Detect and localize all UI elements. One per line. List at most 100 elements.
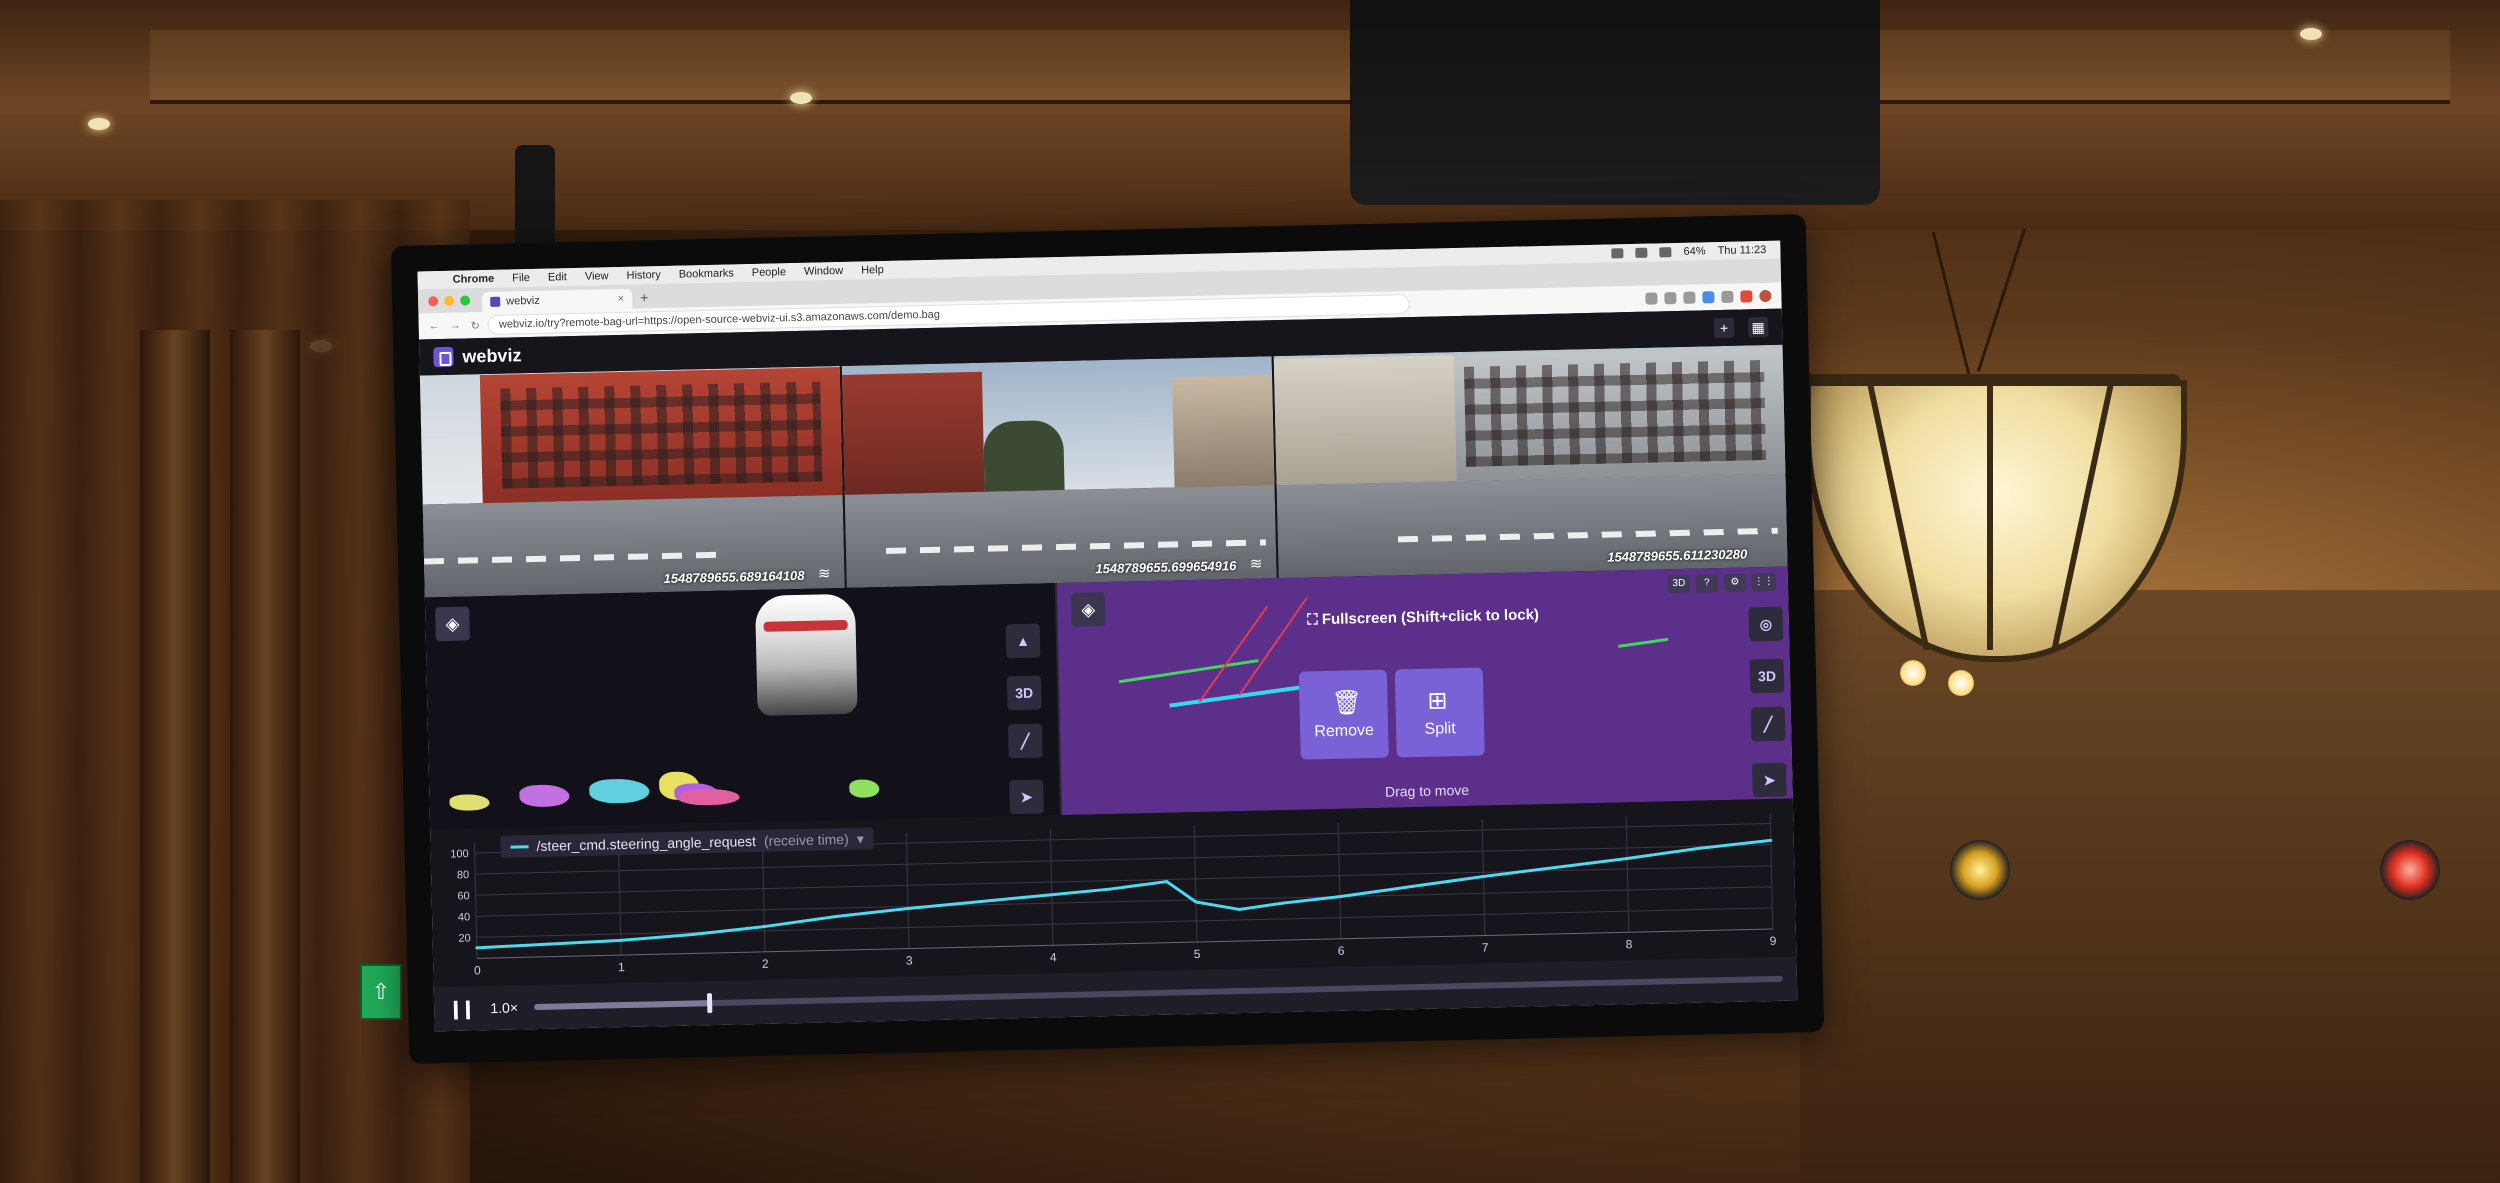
pause-icon[interactable]: ❙❙ bbox=[448, 998, 473, 1020]
vehicle-stripe bbox=[763, 619, 848, 632]
ceiling-light bbox=[790, 92, 812, 104]
camera-timestamp: 1548789655.699654916 bbox=[1095, 558, 1237, 577]
camera-panel-center[interactable]: 1548789655.699654916 ≋ bbox=[841, 356, 1279, 588]
camera-trees bbox=[983, 419, 1065, 492]
minimize-window-icon[interactable] bbox=[444, 295, 455, 306]
chandelier-bowl bbox=[1805, 380, 2187, 662]
tab-title: webviz bbox=[506, 294, 540, 308]
camera-panel-left[interactable]: 1548789655.689164108 ≋ bbox=[419, 365, 847, 598]
webviz-favicon-icon bbox=[490, 296, 501, 307]
plot-panel[interactable]: 100 80 60 40 20 0 1 2 3 4 5 6 7 8 9 /steer_cmd.steerin… bbox=[430, 798, 1797, 988]
menu-file[interactable]: File bbox=[503, 272, 539, 285]
reload-icon[interactable]: ↻ bbox=[471, 319, 480, 332]
3d-panel-right[interactable]: ◈ 3D ? ⚙ ⋮⋮ ⛶ Fullscreen (Shift+click to… bbox=[1056, 566, 1793, 816]
tv-display: Chrome File Edit View History Bookmarks … bbox=[390, 214, 1825, 1064]
app-brand: webviz bbox=[462, 344, 522, 367]
toolbar-measure-icon[interactable]: ╱ bbox=[1750, 706, 1786, 742]
x-tick-label: 1 bbox=[618, 960, 625, 974]
camera-timestamp: 1548789655.689164108 bbox=[663, 567, 805, 587]
pointcloud-blob bbox=[519, 784, 570, 808]
split-panel-button[interactable]: ⊞ Split bbox=[1394, 667, 1485, 758]
close-window-icon[interactable] bbox=[428, 296, 439, 307]
ceiling-band bbox=[150, 30, 2450, 104]
profile-avatar[interactable] bbox=[1759, 289, 1772, 303]
menu-people[interactable]: People bbox=[743, 266, 796, 279]
chandelier-bulb bbox=[1948, 670, 1974, 696]
grid-line-x bbox=[761, 835, 766, 952]
trajectory-path bbox=[1169, 685, 1300, 708]
toolbar-3d-button[interactable]: 3D bbox=[1749, 658, 1785, 694]
camera-road bbox=[1276, 473, 1788, 579]
add-panel-icon[interactable]: + bbox=[1713, 317, 1735, 339]
close-tab-icon[interactable]: × bbox=[618, 293, 625, 305]
trash-icon: 🗑 bbox=[1331, 689, 1363, 717]
ego-vehicle-model bbox=[754, 593, 858, 716]
apple-icon[interactable] bbox=[418, 280, 444, 281]
extension-icon[interactable] bbox=[1702, 291, 1715, 304]
extension-icon[interactable] bbox=[1740, 290, 1753, 303]
chandelier bbox=[1799, 360, 2187, 662]
chandelier-chain bbox=[1976, 228, 2027, 372]
grid-line-x bbox=[1193, 826, 1198, 943]
building-windows bbox=[500, 381, 823, 490]
exit-sign: ⇧ bbox=[360, 964, 402, 1020]
toolbar-measure-icon[interactable]: ╱ bbox=[1007, 723, 1043, 759]
pointcloud-blob bbox=[849, 779, 880, 798]
legend-series-label: /steer_cmd.steering_angle_request bbox=[536, 833, 757, 855]
chandelier-bulb bbox=[1900, 660, 1926, 686]
legend-timing-label: (receive time) bbox=[763, 830, 849, 849]
menu-chrome[interactable]: Chrome bbox=[444, 273, 504, 286]
layout-grid-icon[interactable]: ▦ bbox=[1747, 316, 1769, 338]
menu-help[interactable]: Help bbox=[852, 264, 893, 277]
remove-panel-button[interactable]: 🗑 Remove bbox=[1298, 669, 1389, 760]
menu-window[interactable]: Window bbox=[795, 265, 852, 278]
back-icon[interactable]: ← bbox=[429, 320, 440, 333]
legend-swatch bbox=[510, 844, 529, 849]
new-tab-icon[interactable]: + bbox=[632, 289, 649, 308]
maximize-window-icon[interactable] bbox=[460, 295, 471, 306]
menu-edit[interactable]: Edit bbox=[539, 271, 576, 284]
playback-scrubber[interactable] bbox=[533, 975, 1783, 1014]
extension-icon[interactable] bbox=[1683, 291, 1696, 304]
menu-view[interactable]: View bbox=[576, 270, 618, 283]
menu-bookmarks[interactable]: Bookmarks bbox=[670, 267, 743, 281]
camera-panel-right[interactable]: 1548789655.611230280 bbox=[1273, 344, 1788, 579]
grid-line-x bbox=[1049, 829, 1054, 946]
scrubber-handle[interactable] bbox=[706, 993, 713, 1014]
webviz-app: webviz + ▦ 1548789655.689164108 ≋ 154878… bbox=[419, 308, 1798, 1032]
menu-history[interactable]: History bbox=[617, 269, 669, 282]
series-line bbox=[476, 838, 1771, 950]
trajectory-path bbox=[1118, 659, 1259, 684]
menubar-tray: 64% Thu 11:23 bbox=[1611, 244, 1780, 260]
toolbar-orientation-icon[interactable]: ▲ bbox=[1005, 623, 1041, 659]
y-tick-label: 20 bbox=[458, 932, 471, 944]
3d-panels: ◈ ▲ 3D ╱ ➤ ◈ 3D ? ⚙ ⋮⋮ ⛶ Fullscreen (Shi… bbox=[424, 566, 1793, 830]
toolbar-3d-button[interactable]: 3D bbox=[1006, 675, 1042, 711]
plot-chart[interactable]: 100 80 60 40 20 0 1 2 3 4 5 6 7 8 9 bbox=[430, 798, 1796, 987]
menubar-clock[interactable]: Thu 11:23 bbox=[1717, 244, 1766, 257]
toolbar-select-icon[interactable]: ➤ bbox=[1751, 762, 1787, 798]
nav-buttons: ← → ↻ bbox=[419, 319, 481, 333]
tray-icon[interactable] bbox=[1635, 247, 1648, 258]
legend-dropdown-icon[interactable]: ▾ bbox=[857, 830, 864, 847]
extension-icon[interactable] bbox=[1664, 292, 1677, 305]
3d-panel-left[interactable]: ◈ ▲ 3D ╱ ➤ bbox=[424, 583, 1062, 830]
playback-speed-select[interactable]: 1.0× bbox=[490, 999, 518, 1016]
forward-icon[interactable]: → bbox=[450, 319, 461, 332]
camera-building bbox=[841, 371, 985, 495]
toolbar-select-icon[interactable]: ➤ bbox=[1009, 779, 1044, 815]
toolbar-follow-icon[interactable]: ◎ bbox=[1748, 606, 1784, 642]
stage-light bbox=[2380, 840, 2440, 900]
extension-icon[interactable] bbox=[1721, 290, 1734, 303]
camera-stream-icon: ≋ bbox=[817, 565, 831, 583]
wifi-icon[interactable] bbox=[1659, 247, 1672, 258]
extensions-area bbox=[1645, 289, 1781, 305]
header-actions: + ▦ bbox=[1713, 316, 1782, 339]
layers-icon[interactable]: ◈ bbox=[435, 606, 470, 642]
y-tick-label: 40 bbox=[458, 911, 471, 923]
wall-column bbox=[140, 330, 210, 1183]
scrubber-fill bbox=[533, 1000, 709, 1011]
tray-icon[interactable] bbox=[1611, 248, 1624, 259]
extension-icon[interactable] bbox=[1645, 292, 1658, 305]
battery-percent[interactable]: 64% bbox=[1683, 245, 1705, 257]
